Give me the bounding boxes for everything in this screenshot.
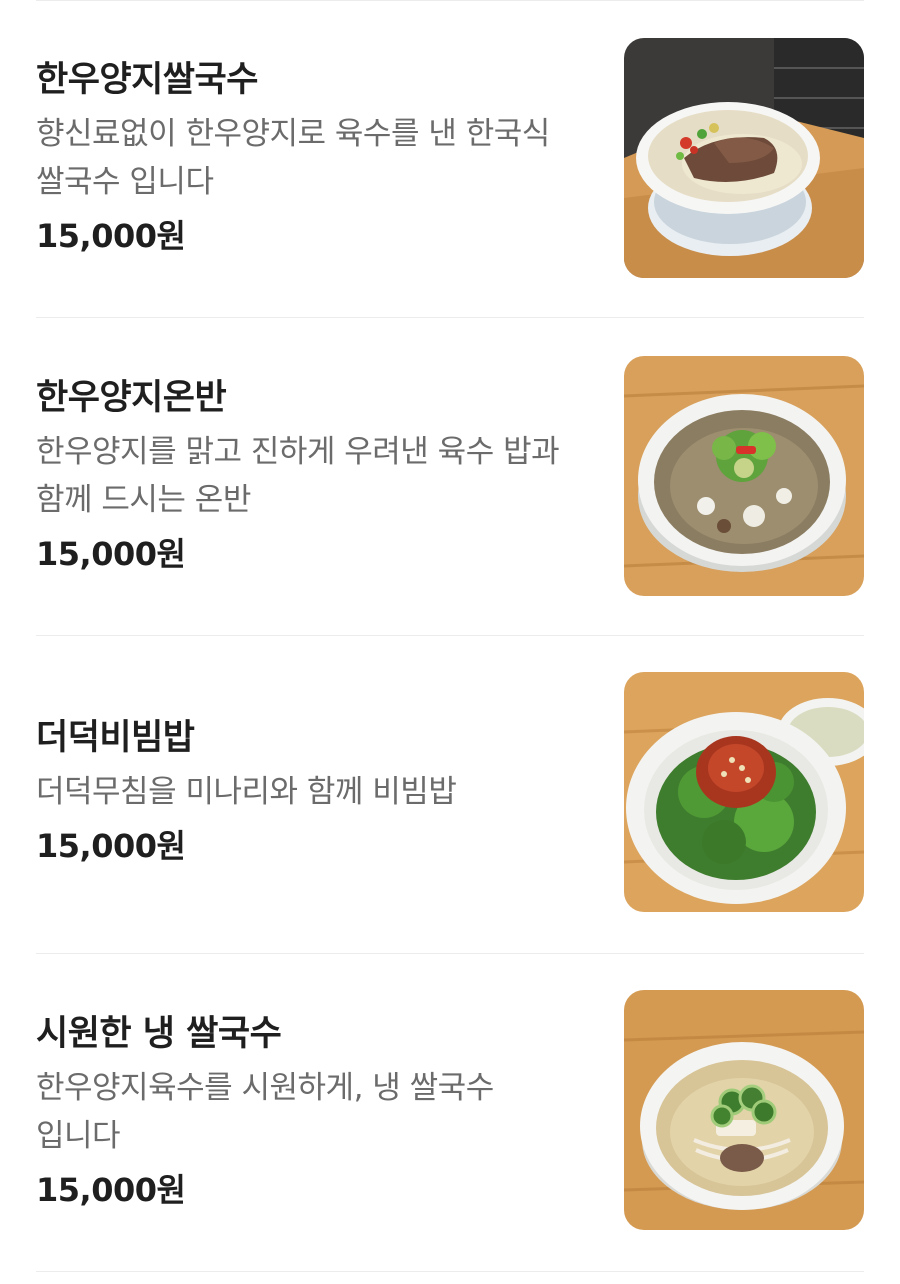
beef-broth-rice-soup-photo[interactable]	[624, 356, 864, 596]
menu-item-price: 15,000원	[36, 1171, 186, 1209]
menu-item-description: 한우양지를 맑고 진하게 우려낸 육수 밥과 함께 드시는 온반	[36, 434, 560, 518]
menu-item-cold-rice-noodle[interactable]: 시원한 냉 쌀국수 한우양지육수를 시원하게, 냉 쌀국수 입니다 15,000…	[36, 954, 864, 1272]
menu-item-beef-rice-noodle[interactable]: 한우양지쌀국수 향신료없이 한우양지로 육수를 낸 한국식 쌀국수 입니다 15…	[36, 0, 864, 318]
menu-item-text: 더덕비빔밥 더덕무침을 미나리와 함께 비빔밥 15,000원	[36, 716, 586, 872]
menu-item-description: 한우양지육수를 시원하게, 냉 쌀국수 입니다	[36, 1070, 494, 1154]
deodeok-bibimbap-photo[interactable]	[624, 672, 864, 912]
menu-item-text: 한우양지쌀국수 향신료없이 한우양지로 육수를 낸 한국식 쌀국수 입니다 15…	[36, 58, 586, 262]
menu-item-name: 더덕비빔밥	[36, 718, 195, 758]
menu-item-price: 15,000원	[36, 217, 186, 255]
menu-item-beef-rice-soup[interactable]: 한우양지온반 한우양지를 맑고 진하게 우려낸 육수 밥과 함께 드시는 온반 …	[36, 318, 864, 636]
cold-rice-noodle-photo[interactable]	[624, 990, 864, 1230]
menu-item-price: 15,000원	[36, 827, 186, 865]
menu-item-name: 한우양지쌀국수	[36, 60, 258, 100]
menu-item-description: 더덕무침을 미나리와 함께 비빔밥	[36, 774, 457, 810]
menu-item-name: 한우양지온반	[36, 378, 227, 418]
menu-item-price: 15,000원	[36, 535, 186, 573]
menu-item-text: 시원한 냉 쌀국수 한우양지육수를 시원하게, 냉 쌀국수 입니다 15,000…	[36, 1012, 586, 1216]
menu-item-divider	[36, 1271, 864, 1272]
menu-item-name: 시원한 냉 쌀국수	[36, 1014, 282, 1054]
menu-item-description: 향신료없이 한우양지로 육수를 낸 한국식 쌀국수 입니다	[36, 116, 550, 200]
beef-rice-noodle-soup-photo[interactable]	[624, 38, 864, 278]
menu-item-text: 한우양지온반 한우양지를 맑고 진하게 우려낸 육수 밥과 함께 드시는 온반 …	[36, 376, 586, 580]
menu-item-deodeok-bibimbap[interactable]: 더덕비빔밥 더덕무침을 미나리와 함께 비빔밥 15,000원	[36, 636, 864, 954]
